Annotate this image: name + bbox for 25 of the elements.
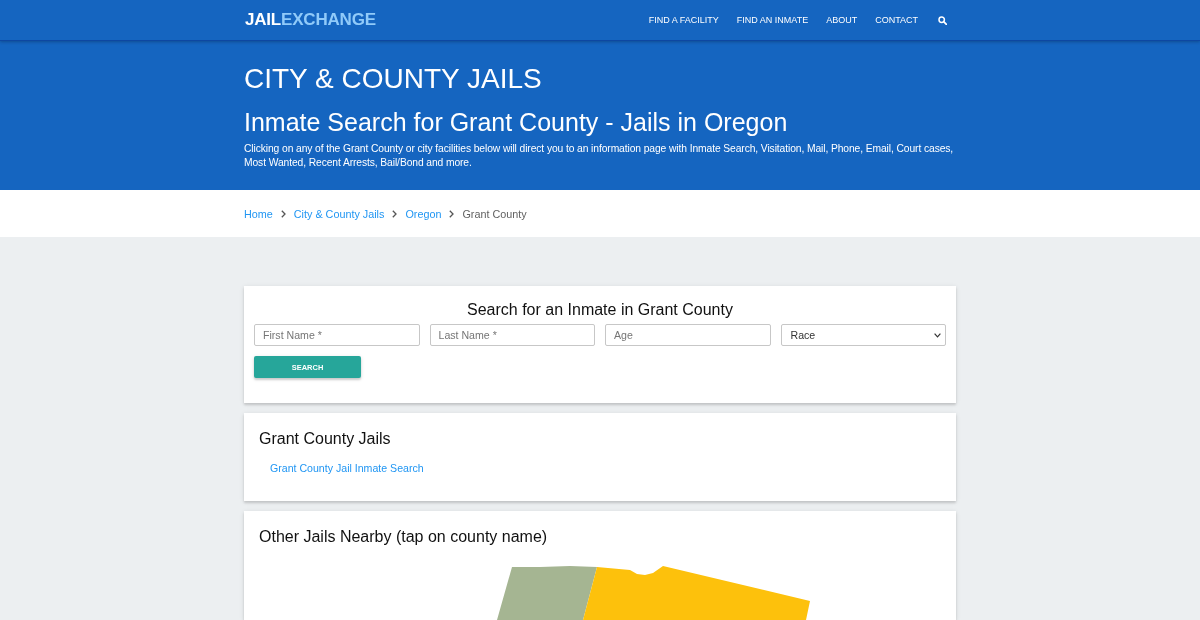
nav-link[interactable]: CONTACT bbox=[875, 14, 918, 26]
breadcrumb-current: Grant County bbox=[462, 207, 527, 221]
page-kicker: CITY & COUNTY JAILS bbox=[244, 62, 543, 96]
page-description: Clicking on any of the Grant County or city facilities below will direct you to an information page with Inmate Search, Visitation, Mail, Phone, Email, Court cases, Most Wanted, Recent Arrests, Bail/Bond and more. bbox=[244, 142, 955, 170]
breadcrumb-link[interactable]: Oregon bbox=[405, 207, 442, 221]
input-field[interactable]: First Name * bbox=[254, 324, 420, 346]
nav-link[interactable]: ABOUT bbox=[826, 14, 858, 26]
nav-link[interactable]: FIND A FACILITY bbox=[648, 14, 719, 26]
select-field[interactable]: Race bbox=[780, 324, 946, 346]
input-field[interactable]: Age bbox=[605, 324, 771, 346]
card-title: Grant County Jails bbox=[259, 429, 392, 448]
page-title: Inmate Search for Grant County - Jails in Oregon bbox=[244, 107, 789, 137]
breadcrumb-link[interactable]: Home bbox=[244, 207, 273, 221]
breadcrumb-link[interactable]: City & County Jails bbox=[293, 207, 385, 221]
search-form-title: Search for an Inmate in Grant County bbox=[466, 300, 734, 319]
site-logo[interactable]: JAILEXCHANGE bbox=[245, 10, 376, 30]
chevron-down-icon bbox=[934, 332, 941, 338]
card-title: Other Jails Nearby (tap on county name) bbox=[259, 527, 549, 546]
search-icon[interactable] bbox=[938, 15, 947, 25]
jail-link[interactable]: Grant County Jail Inmate Search bbox=[270, 461, 424, 475]
chevron-right-icon bbox=[392, 210, 398, 218]
nav-link[interactable]: FIND AN INMATE bbox=[736, 14, 809, 26]
chevron-right-icon bbox=[449, 210, 455, 218]
chevron-right-icon bbox=[280, 210, 286, 218]
input-field[interactable]: Last Name * bbox=[429, 324, 595, 346]
